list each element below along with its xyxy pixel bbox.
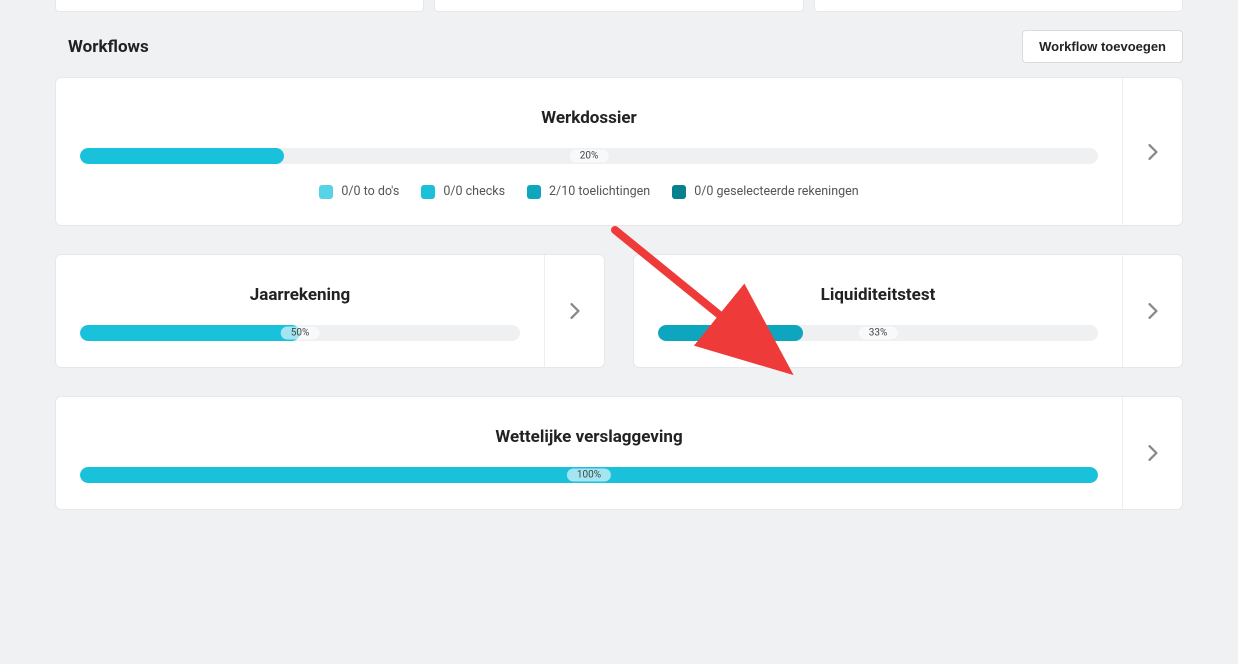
progress-percent-badge: 50%	[281, 327, 320, 340]
legend-item-checks: 0/0 checks	[421, 184, 505, 199]
legend-swatch	[319, 185, 333, 199]
card-body: Werkdossier 20% 0/0 to do's 0/0 checks 2…	[56, 78, 1122, 225]
legend-label: 0/0 geselecteerde rekeningen	[694, 184, 858, 199]
legend-item-toelichtingen: 2/10 toelichtingen	[527, 184, 650, 199]
section-header: Workflows Workflow toevoegen	[0, 12, 1238, 77]
legend-swatch	[421, 185, 435, 199]
legend-label: 2/10 toelichtingen	[549, 184, 650, 199]
progress-fill	[80, 148, 284, 164]
expand-button[interactable]	[1122, 397, 1182, 509]
card-row: Jaarrekening 50% Liquiditeitstest 33%	[55, 254, 1183, 396]
progress-bar: 50%	[80, 325, 520, 341]
stub-card	[55, 0, 424, 12]
chevron-right-icon	[570, 303, 580, 319]
card-title: Wettelijke verslaggeving	[495, 427, 682, 447]
workflow-card-wettelijke: Wettelijke verslaggeving 100%	[55, 396, 1183, 510]
workflow-card-jaarrekening: Jaarrekening 50%	[55, 254, 605, 368]
card-row: Wettelijke verslaggeving 100%	[55, 396, 1183, 538]
card-title: Werkdossier	[541, 108, 636, 128]
progress-percent-badge: 33%	[859, 327, 898, 340]
workflow-card-werkdossier: Werkdossier 20% 0/0 to do's 0/0 checks 2…	[55, 77, 1183, 226]
progress-percent-badge: 20%	[570, 150, 609, 163]
stub-card	[434, 0, 803, 12]
stub-card	[814, 0, 1183, 12]
legend-item-geselecteerde: 0/0 geselecteerde rekeningen	[672, 184, 858, 199]
card-body: Liquiditeitstest 33%	[634, 255, 1122, 367]
legend-swatch	[672, 185, 686, 199]
section-title: Workflows	[68, 37, 149, 57]
progress-bar: 100%	[80, 467, 1098, 483]
progress-percent-badge: 100%	[567, 469, 611, 482]
legend-swatch	[527, 185, 541, 199]
chevron-right-icon	[1148, 144, 1158, 160]
chevron-right-icon	[1148, 303, 1158, 319]
progress-bar: 20%	[80, 148, 1098, 164]
legend-label: 0/0 checks	[443, 184, 505, 199]
expand-button[interactable]	[544, 255, 604, 367]
card-body: Wettelijke verslaggeving 100%	[56, 397, 1122, 509]
progress-fill	[658, 325, 803, 341]
card-body: Jaarrekening 50%	[56, 255, 544, 367]
chevron-right-icon	[1148, 445, 1158, 461]
legend-item-todos: 0/0 to do's	[319, 184, 399, 199]
card-title: Jaarrekening	[250, 285, 351, 305]
legend: 0/0 to do's 0/0 checks 2/10 toelichtinge…	[319, 184, 858, 199]
legend-label: 0/0 to do's	[341, 184, 399, 199]
expand-button[interactable]	[1122, 78, 1182, 225]
card-title: Liquiditeitstest	[821, 285, 936, 305]
progress-fill	[80, 325, 300, 341]
progress-bar: 33%	[658, 325, 1098, 341]
expand-button[interactable]	[1122, 255, 1182, 367]
add-workflow-button[interactable]: Workflow toevoegen	[1022, 30, 1183, 63]
workflow-card-liquiditeitstest: Liquiditeitstest 33%	[633, 254, 1183, 368]
top-card-stubs	[0, 0, 1238, 12]
